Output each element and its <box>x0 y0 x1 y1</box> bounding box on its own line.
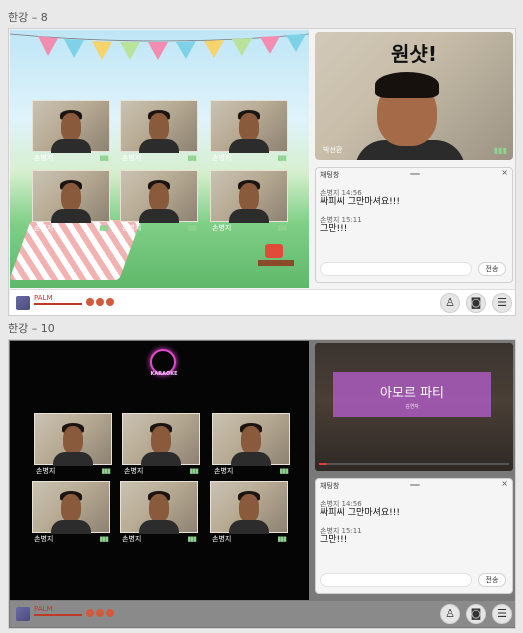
host-video: 원샷! 박선환 ▮▮▮ <box>315 32 513 160</box>
picnic-table <box>258 260 294 266</box>
mic-level-icon: ▮▮▮ <box>99 224 109 232</box>
chat-icon[interactable]: ☰ <box>492 604 512 624</box>
participant-tile: 손병지 ▮▮▮ <box>210 170 288 236</box>
chat-title: 채팅창 <box>320 171 340 179</box>
video-feed <box>34 413 112 466</box>
mic-level-icon: ▮▮▮ <box>277 224 287 232</box>
video-progress-bar[interactable] <box>319 463 509 465</box>
video-feed <box>120 170 198 223</box>
participant-tile: 손병지 ▮▮▮ <box>210 100 288 166</box>
mic-level-icon: ▮▮▮ <box>99 154 109 162</box>
chat-panel: 채팅창 × 손병지 14:56 싸피씨 그만마셔요!!! 손병지 15:11 그만!!… <box>315 478 513 594</box>
participant-tile: 손병지 ▮▮▮ <box>120 170 198 236</box>
participant-name: 손병지 <box>124 467 144 475</box>
chat-message: 손병지 15:11 그만!!! <box>320 527 362 545</box>
mic-level-icon: ▮▮▮ <box>189 467 199 475</box>
close-icon[interactable]: × <box>501 168 508 177</box>
mic-level-icon: ▮▮▮ <box>187 154 197 162</box>
participant-name: 손병지 <box>122 535 142 543</box>
host-name: 박선환 <box>323 146 343 154</box>
chat-icon[interactable]: ☰ <box>492 293 512 313</box>
participant-name: 손병지 <box>212 535 232 543</box>
video-feed <box>122 413 200 466</box>
control-dots[interactable] <box>86 609 114 617</box>
brand-underline <box>34 303 82 305</box>
karaoke-stage: KARAOKE 손병지 ▮▮▮ 손병지 ▮▮▮ 손병지 ▮▮▮ 손병지 ▮▮▮ 손병지 ▮… <box>10 341 309 600</box>
participant-name: 손병지 <box>122 224 142 232</box>
karaoke-label: KARAOKE <box>150 371 178 377</box>
video-feed <box>210 170 288 223</box>
brand-text: PALM <box>34 294 53 302</box>
music-video-player[interactable]: 아모르 파티 김연자 <box>315 343 513 471</box>
video-feed <box>32 481 110 534</box>
participant-tile: 손병지 ▮▮▮ <box>120 100 198 166</box>
chat-input[interactable] <box>320 262 472 276</box>
close-icon[interactable]: × <box>501 479 508 488</box>
brand-text: PALM <box>34 605 53 613</box>
camera-icon[interactable]: ◙ <box>466 604 486 624</box>
chat-drag-handle[interactable] <box>410 173 420 175</box>
party-room-frame-8: 손병지 ▮▮▮ 손병지 ▮▮▮ 손병지 ▮▮▮ 손병지 ▮▮▮ 손병지 ▮▮▮ 손병지 ▮▮… <box>8 28 516 316</box>
song-artist: 김연자 <box>405 404 419 410</box>
frame-label: 한강 – 8 <box>8 11 48 24</box>
mic-level-icon: ▮▮▮ <box>279 467 289 475</box>
mic-level-icon: ▮▮▮ <box>277 535 287 543</box>
bottom-toolbar: PALM ♙ ◙ ☰ <box>10 601 515 627</box>
camera-icon[interactable]: ◙ <box>466 293 486 313</box>
participant-name: 손병지 <box>34 154 54 162</box>
participant-tile: 손병지 ▮▮▮ <box>120 481 198 547</box>
participant-tile: 손병지 ▮▮▮ <box>34 413 112 479</box>
participant-tile: 손병지 ▮▮▮ <box>32 481 110 547</box>
brand-logo <box>16 296 30 310</box>
chat-title: 채팅창 <box>320 482 340 490</box>
mic-level-icon: ▮▮▮ <box>187 224 197 232</box>
mic-level-icon: ▮▮▮ <box>277 154 287 162</box>
participant-name: 손병지 <box>212 224 232 232</box>
picnic-basket <box>265 244 283 258</box>
participant-tile: 손병지 ▮▮▮ <box>210 481 288 547</box>
video-feed <box>120 481 198 534</box>
send-button[interactable]: 전송 <box>478 573 506 587</box>
control-dots[interactable] <box>86 298 114 306</box>
mic-level-icon: ▮▮▮ <box>99 535 109 543</box>
brand-logo <box>16 607 30 621</box>
video-feed <box>212 413 290 466</box>
brand-underline <box>34 614 82 616</box>
participant-name: 손병지 <box>212 154 232 162</box>
person-icon[interactable]: ♙ <box>440 604 460 624</box>
video-feed <box>32 100 110 153</box>
party-room-frame-10: KARAOKE 손병지 ▮▮▮ 손병지 ▮▮▮ 손병지 ▮▮▮ 손병지 ▮▮▮ 손병지 ▮… <box>8 339 516 629</box>
chat-drag-handle[interactable] <box>410 484 420 486</box>
picnic-stage: 손병지 ▮▮▮ 손병지 ▮▮▮ 손병지 ▮▮▮ 손병지 ▮▮▮ 손병지 ▮▮▮ 손병지 ▮▮… <box>10 30 309 288</box>
participant-tile: 손병지 ▮▮▮ <box>122 413 200 479</box>
video-feed <box>32 170 110 223</box>
frame-label: 한강 – 10 <box>8 322 55 335</box>
chat-message: 손병지 14:56 싸피씨 그만마셔요!!! <box>320 189 400 207</box>
mic-level-icon: ▮▮▮ <box>101 467 111 475</box>
send-button[interactable]: 전송 <box>478 262 506 276</box>
video-feed <box>210 100 288 153</box>
song-title: 아모르 파티 <box>380 386 444 401</box>
chat-message: 손병지 15:11 그만!!! <box>320 216 362 234</box>
participant-tile: 손병지 ▮▮▮ <box>32 100 110 166</box>
participant-tile: 손병지 ▮▮▮ <box>212 413 290 479</box>
participant-name: 손병지 <box>36 467 56 475</box>
chat-input[interactable] <box>320 573 472 587</box>
video-feed <box>210 481 288 534</box>
chat-panel: 채팅창 × 손병지 14:56 싸피씨 그만마셔요!!! 손병지 15:11 그만!!… <box>315 167 513 283</box>
participant-name: 손병지 <box>214 467 234 475</box>
song-title-card: 아모르 파티 김연자 <box>333 372 491 417</box>
host-caption: 원샷! <box>391 42 437 66</box>
mic-level-icon: ▮▮▮ <box>187 535 197 543</box>
participant-tile: 손병지 ▮▮▮ <box>32 170 110 236</box>
bottom-toolbar: PALM ♙ ◙ ☰ <box>10 289 515 315</box>
participant-name: 손병지 <box>34 224 54 232</box>
chat-message: 손병지 14:56 싸피씨 그만마셔요!!! <box>320 500 400 518</box>
person-icon[interactable]: ♙ <box>440 293 460 313</box>
participant-name: 손병지 <box>122 154 142 162</box>
mic-level-icon: ▮▮▮ <box>493 146 507 155</box>
video-feed <box>120 100 198 153</box>
bunting-decoration <box>10 33 309 60</box>
participant-name: 손병지 <box>34 535 54 543</box>
